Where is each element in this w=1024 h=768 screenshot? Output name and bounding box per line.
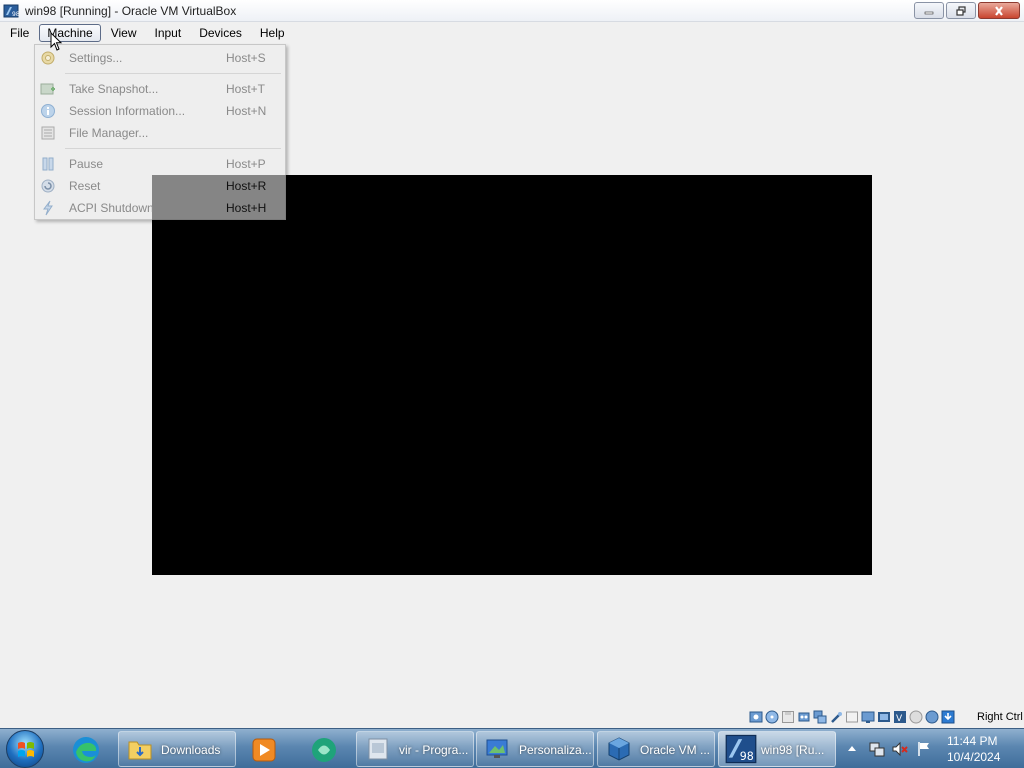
menu-item-acpi-shutdown[interactable]: ACPI Shutdown Host+H bbox=[35, 197, 285, 219]
window-controls bbox=[914, 2, 1020, 20]
menu-machine[interactable]: Machine bbox=[39, 23, 101, 42]
snapshot-icon bbox=[40, 83, 55, 95]
menu-item-shortcut: Host+P bbox=[226, 157, 266, 171]
menu-item-label: File Manager... bbox=[69, 126, 149, 140]
minimize-icon bbox=[924, 11, 934, 14]
personalization-icon bbox=[486, 739, 508, 758]
shared-folders-icon[interactable] bbox=[845, 710, 859, 724]
task-label: Personaliza... bbox=[519, 743, 592, 757]
menu-file[interactable]: File bbox=[2, 24, 37, 42]
taskbar-media-player[interactable] bbox=[238, 731, 290, 767]
show-hidden-icons-chevron-icon[interactable] bbox=[847, 744, 857, 752]
menu-item-label: Session Information... bbox=[69, 104, 186, 118]
restore-icon bbox=[956, 5, 966, 16]
floppy-icon[interactable] bbox=[781, 710, 795, 724]
windows-logo-icon bbox=[18, 742, 34, 757]
menu-separator bbox=[65, 73, 281, 74]
audio-icon[interactable] bbox=[797, 710, 811, 724]
menu-item-session-information[interactable]: Session Information... Host+N bbox=[35, 100, 285, 122]
virtualization-icon[interactable]: V bbox=[893, 710, 907, 724]
task-label: win98 [Ru... bbox=[761, 743, 825, 757]
recording-icon[interactable] bbox=[877, 710, 891, 724]
taskbar-edge[interactable] bbox=[62, 731, 114, 767]
window-title: win98 [Running] - Oracle VM VirtualBox bbox=[25, 4, 237, 18]
mouse-integration-icon[interactable] bbox=[925, 710, 939, 724]
minimize-button[interactable] bbox=[914, 2, 944, 19]
settings-gear-icon bbox=[41, 51, 55, 65]
optical-drive-icon[interactable] bbox=[765, 710, 779, 724]
media-player-icon bbox=[252, 738, 276, 762]
menu-item-shortcut: Host+H bbox=[226, 201, 267, 215]
task-label: Oracle VM ... bbox=[640, 743, 711, 757]
action-center-flag-icon[interactable] bbox=[915, 740, 933, 758]
display-icon[interactable] bbox=[861, 710, 875, 724]
title-bar: 98 win98 [Running] - Oracle VM VirtualBo… bbox=[0, 0, 1024, 22]
host-key-label: Right Ctrl bbox=[977, 711, 1023, 723]
status-icons: V bbox=[749, 710, 955, 724]
restore-button[interactable] bbox=[946, 2, 976, 19]
menu-item-settings[interactable]: Settings... Host+S bbox=[35, 47, 285, 69]
machine-menu-dropdown: Settings... Host+S Take Snapshot... Host… bbox=[34, 44, 286, 220]
menu-item-label: ACPI Shutdown bbox=[69, 201, 154, 215]
menu-item-reset[interactable]: Reset Host+R bbox=[35, 175, 285, 197]
menu-item-label: Settings... bbox=[69, 51, 123, 65]
network-icon[interactable] bbox=[813, 710, 827, 724]
mouse-cursor-icon bbox=[50, 32, 63, 51]
clock-time[interactable]: 11:44 PM bbox=[947, 734, 997, 748]
menu-input[interactable]: Input bbox=[147, 24, 190, 42]
taskbar: Downloads vir - Progra... Personaliza... bbox=[0, 728, 1024, 768]
svg-text:98: 98 bbox=[12, 11, 19, 18]
close-button[interactable] bbox=[978, 2, 1020, 19]
menu-item-label: Reset bbox=[69, 179, 101, 193]
taskbar-personalization[interactable]: Personaliza... bbox=[476, 731, 594, 767]
volume-muted-icon[interactable] bbox=[891, 740, 909, 758]
menu-item-shortcut: Host+R bbox=[226, 179, 267, 193]
taskbar-win98-vm[interactable]: 98 win98 [Ru... bbox=[718, 731, 836, 767]
vm-screen[interactable] bbox=[152, 175, 872, 575]
status-bar: V Right Ctrl bbox=[0, 705, 1024, 729]
menu-item-label: Pause bbox=[69, 157, 104, 171]
pause-icon bbox=[42, 157, 54, 171]
start-button[interactable] bbox=[6, 730, 44, 768]
folder-icon bbox=[128, 741, 152, 760]
edge-icon bbox=[73, 737, 99, 763]
virtualbox-icon bbox=[608, 737, 630, 761]
menu-view[interactable]: View bbox=[103, 24, 145, 42]
menu-item-shortcut: Host+T bbox=[226, 82, 266, 96]
menu-separator bbox=[65, 148, 281, 149]
acpi-shutdown-icon bbox=[43, 200, 53, 216]
menu-item-shortcut: Host+S bbox=[226, 51, 266, 65]
task-label: vir - Progra... bbox=[399, 743, 469, 757]
hard-disk-icon[interactable] bbox=[749, 710, 763, 724]
cpu-icon[interactable] bbox=[909, 710, 923, 724]
taskbar-installer[interactable]: vir - Progra... bbox=[356, 731, 474, 767]
taskbar-chat-app[interactable] bbox=[298, 731, 350, 767]
menu-devices[interactable]: Devices bbox=[191, 24, 250, 42]
svg-text:V: V bbox=[896, 714, 903, 724]
menu-item-file-manager[interactable]: File Manager... bbox=[35, 122, 285, 144]
installer-icon bbox=[368, 738, 388, 760]
menu-help[interactable]: Help bbox=[252, 24, 293, 42]
svg-text:98: 98 bbox=[740, 750, 754, 763]
task-label: Downloads bbox=[161, 743, 221, 757]
menu-item-pause[interactable]: Pause Host+P bbox=[35, 153, 285, 175]
usb-icon[interactable] bbox=[829, 710, 843, 724]
virtualbox-icon: 98 bbox=[3, 4, 19, 18]
network-tray-icon[interactable] bbox=[868, 740, 886, 758]
menu-item-shortcut: Host+N bbox=[226, 104, 267, 118]
taskbar-downloads[interactable]: Downloads bbox=[118, 731, 236, 767]
file-manager-icon bbox=[41, 126, 55, 140]
close-icon bbox=[995, 5, 1003, 16]
system-tray: 11:44 PM 10/4/2024 bbox=[843, 729, 1024, 768]
menu-item-label: Take Snapshot... bbox=[69, 82, 159, 96]
menu-bar: File Machine View Input Devices Help bbox=[0, 22, 1024, 43]
menu-item-take-snapshot[interactable]: Take Snapshot... Host+T bbox=[35, 78, 285, 100]
keyboard-capture-icon[interactable] bbox=[941, 710, 955, 724]
win98-vm-icon: 98 bbox=[725, 734, 757, 764]
reset-icon bbox=[41, 179, 55, 193]
chat-app-icon bbox=[312, 738, 336, 762]
info-icon bbox=[41, 104, 55, 118]
clock-date[interactable]: 10/4/2024 bbox=[947, 750, 1000, 764]
taskbar-oracle-vm[interactable]: Oracle VM ... bbox=[597, 731, 715, 767]
